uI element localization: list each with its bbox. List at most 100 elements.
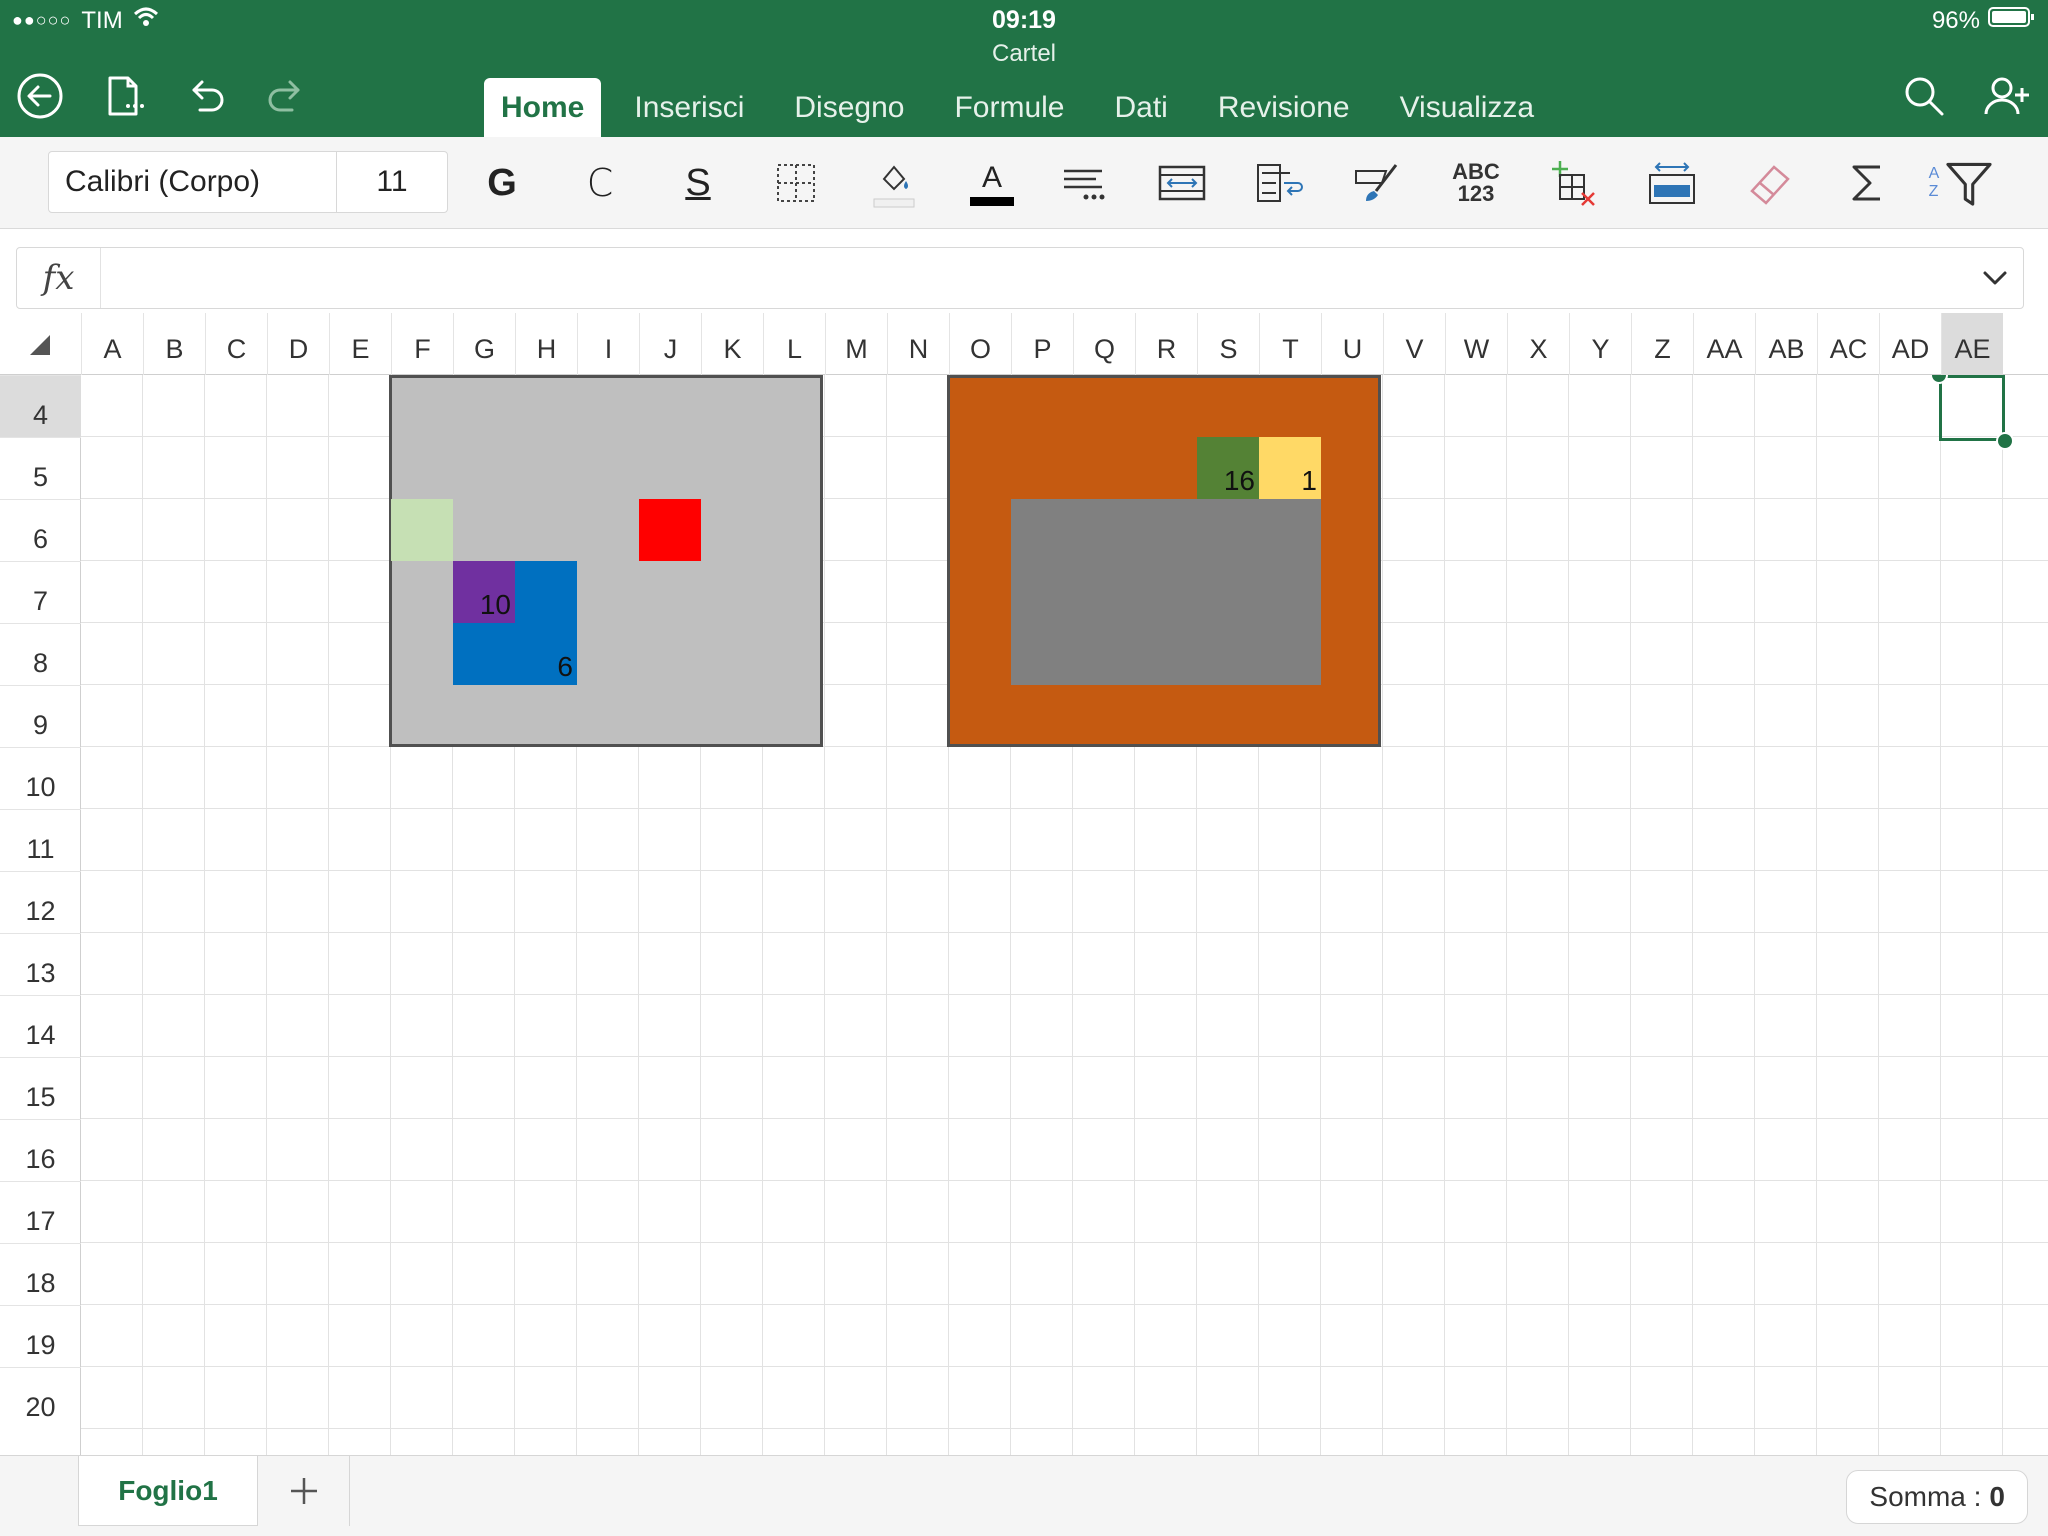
formula-bar: fx [16,247,2024,309]
column-header-f[interactable]: F [391,313,453,375]
column-header-g[interactable]: G [453,313,515,375]
italic-button[interactable]: C [570,153,630,213]
row-header-4[interactable]: 4 [0,375,81,437]
chevron-down-icon[interactable] [1977,260,2013,296]
share-user-add-icon[interactable] [1978,68,2034,124]
borders-button[interactable] [766,153,826,213]
number-format-top: ABC [1452,159,1500,184]
select-all-corner[interactable] [0,313,81,375]
column-header-ab[interactable]: AB [1755,313,1817,375]
font-size-field[interactable]: 11 [337,152,447,212]
column-width-button[interactable] [1642,153,1702,213]
bold-button[interactable]: G [472,153,532,213]
row-header-7[interactable]: 7 [0,561,81,623]
row-header-8[interactable]: 8 [0,623,81,685]
row-header-11[interactable]: 11 [0,809,81,871]
tab-revisione[interactable]: Revisione [1201,78,1367,137]
column-header-q[interactable]: Q [1073,313,1135,375]
cell-grid[interactable]: 10 6 16 1 [81,375,2048,1455]
row-header-15[interactable]: 15 [0,1057,81,1119]
row-header-14[interactable]: 14 [0,995,81,1057]
column-header-m[interactable]: M [825,313,887,375]
number-format-button[interactable]: ABC 123 [1446,153,1506,213]
column-header-w[interactable]: W [1445,313,1507,375]
tab-inserisci[interactable]: Inserisci [617,78,761,137]
column-header-a[interactable]: A [81,313,143,375]
column-header-y[interactable]: Y [1569,313,1631,375]
clear-button[interactable] [1740,153,1800,213]
column-header-ae[interactable]: AE [1941,313,2003,375]
column-header-aa[interactable]: AA [1693,313,1755,375]
column-header-v[interactable]: V [1383,313,1445,375]
font-color-button[interactable]: A [962,153,1022,213]
column-headers: A B C D E F G H I J K L M N O P Q R S T U V W X Y Z AA AB AC AD AE [0,313,2048,375]
formula-input[interactable] [109,256,1969,300]
row-header-13[interactable]: 13 [0,933,81,995]
undo-icon[interactable] [176,68,232,124]
dark-grey-cell-range[interactable] [1011,499,1321,685]
search-icon[interactable] [1896,68,1952,124]
column-header-i[interactable]: I [577,313,639,375]
font-color-icon: A [970,161,1014,206]
column-header-z[interactable]: Z [1631,313,1693,375]
column-header-c[interactable]: C [205,313,267,375]
column-header-r[interactable]: R [1135,313,1197,375]
add-sheet-button[interactable] [258,1456,350,1526]
merge-icon [1158,165,1206,201]
redo-icon[interactable] [260,68,316,124]
column-header-d[interactable]: D [267,313,329,375]
font-name-field[interactable]: Calibri (Corpo) [49,152,337,212]
row-header-9[interactable]: 9 [0,685,81,747]
column-header-n[interactable]: N [887,313,949,375]
row-header-10[interactable]: 10 [0,747,81,809]
row-header-6[interactable]: 6 [0,499,81,561]
sheet-tab-foglio1[interactable]: Foglio1 [78,1456,258,1526]
column-header-h[interactable]: H [515,313,577,375]
tab-dati[interactable]: Dati [1098,78,1185,137]
column-header-t[interactable]: T [1259,313,1321,375]
column-header-o[interactable]: O [949,313,1011,375]
underline-button[interactable]: S [668,153,728,213]
sort-filter-button[interactable]: A Z [1924,153,2000,213]
status-sum[interactable]: Somma : 0 [1846,1470,2028,1524]
excel-app: ●●○○○ TIM 09:19 96% Cartel Home Inserisc… [0,0,2048,1536]
wrap-text-button[interactable] [1250,153,1310,213]
status-time: 09:19 [992,6,1056,34]
column-header-e[interactable]: E [329,313,391,375]
column-header-ac[interactable]: AC [1817,313,1879,375]
format-painter-button[interactable] [1348,153,1408,213]
tab-home[interactable]: Home [484,78,602,137]
autosum-button[interactable] [1838,153,1898,213]
column-header-j[interactable]: J [639,313,701,375]
sort-a-letter: A [1928,165,1940,183]
column-header-s[interactable]: S [1197,313,1259,375]
column-header-k[interactable]: K [701,313,763,375]
tab-disegno[interactable]: Disegno [777,78,921,137]
row-header-5[interactable]: 5 [0,437,81,499]
red-cell[interactable] [639,499,701,561]
tab-visualizza[interactable]: Visualizza [1383,78,1552,137]
row-header-17[interactable]: 17 [0,1181,81,1243]
file-menu-icon[interactable] [96,68,152,124]
column-header-x[interactable]: X [1507,313,1569,375]
selection-handle-bottom-right[interactable] [1996,432,2014,450]
row-headers: 4 5 6 7 8 9 10 11 12 13 14 15 16 17 18 19 20 [0,375,81,1455]
fill-color-button[interactable] [864,153,924,213]
column-header-p[interactable]: P [1011,313,1073,375]
merge-cells-button[interactable] [1152,153,1212,213]
column-header-l[interactable]: L [763,313,825,375]
row-header-18[interactable]: 18 [0,1243,81,1305]
insert-delete-cells-button[interactable] [1544,153,1604,213]
row-header-16[interactable]: 16 [0,1119,81,1181]
cell-selection-box[interactable] [1939,375,2005,441]
row-header-19[interactable]: 19 [0,1305,81,1367]
column-header-ad[interactable]: AD [1879,313,1941,375]
light-green-cell[interactable] [391,499,453,561]
column-header-b[interactable]: B [143,313,205,375]
row-header-12[interactable]: 12 [0,871,81,933]
align-button[interactable] [1054,153,1114,213]
back-icon[interactable] [12,68,68,124]
column-header-u[interactable]: U [1321,313,1383,375]
tab-formule[interactable]: Formule [937,78,1081,137]
row-header-20[interactable]: 20 [0,1367,81,1429]
